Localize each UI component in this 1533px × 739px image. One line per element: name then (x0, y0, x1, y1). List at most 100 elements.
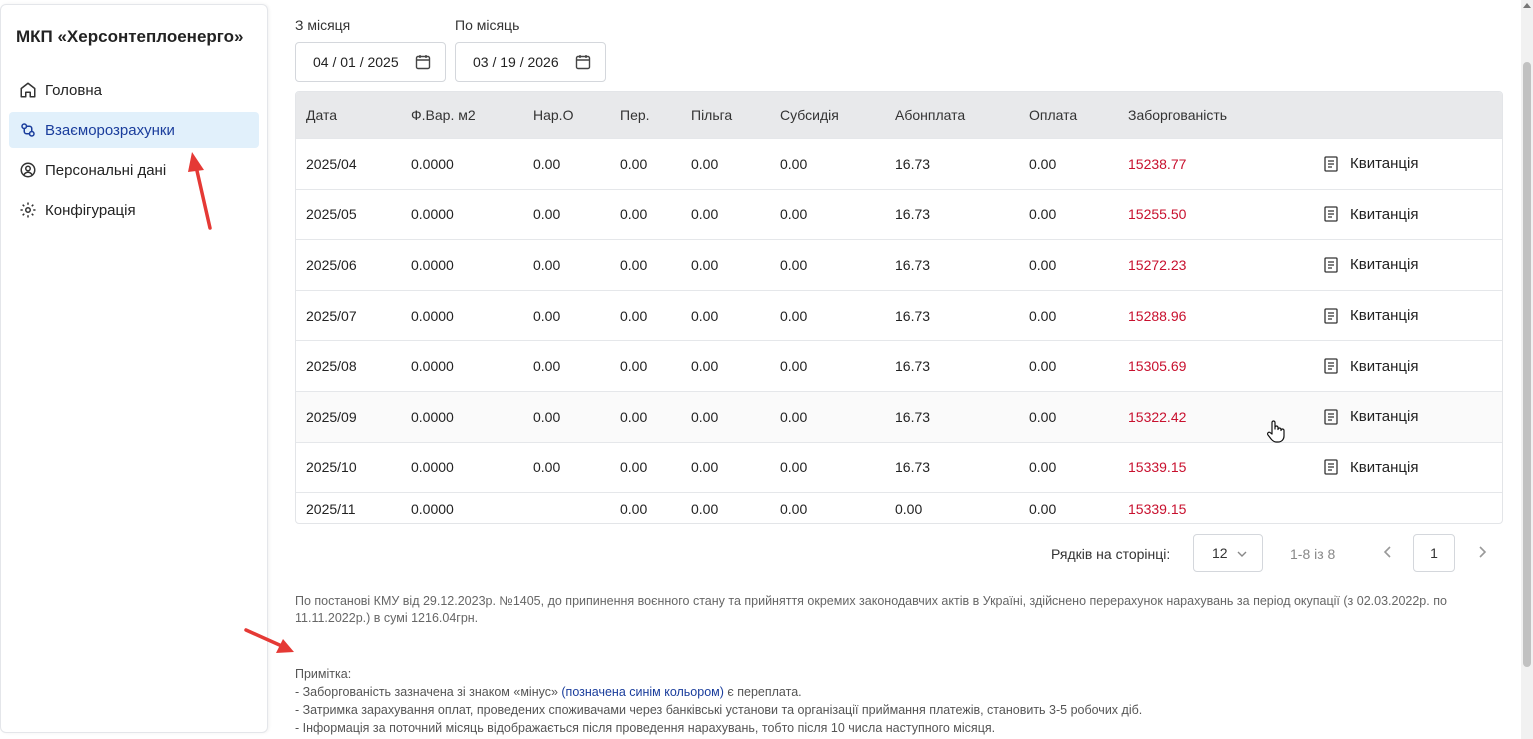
user-icon (19, 161, 37, 179)
column-header-date[interactable]: Дата (306, 107, 337, 123)
pagination: Рядків на сторінці: 12 1-8 із 8 1 (295, 533, 1503, 573)
note-blue-text: (позначена синім кольором) (561, 685, 724, 699)
table-cell: 0.00 (533, 307, 561, 324)
table-cell: 2025/10 (306, 459, 357, 476)
document-icon (1324, 358, 1338, 374)
table-cell: 2025/08 (306, 358, 357, 375)
table-cell: 0.00 (691, 307, 719, 324)
table-cell: 15272.23 (1128, 256, 1187, 273)
table-cell: 0.00 (620, 459, 648, 476)
table-cell: 0.00 (533, 459, 561, 476)
table-row: 2025/09 0.0000 0.00 0.00 0.00 0.00 16.73 0.00 15… (296, 390, 1502, 442)
table-cell: 0.00 (533, 408, 561, 425)
table-cell: 0.00 (691, 206, 719, 223)
main-content: З місяця 04 / 01 / 2025 По місяць 03 / 1… (295, 0, 1503, 739)
table-cell: 0.0000 (411, 459, 454, 476)
note-line-3: - Інформація за поточний місяць відображ… (295, 721, 996, 735)
column-header-subscription[interactable]: Абонплата (895, 107, 965, 123)
table-cell: 15322.42 (1128, 408, 1187, 425)
column-header-accrued[interactable]: Нар.О (533, 107, 573, 123)
column-header-subsidy[interactable]: Субсидія (780, 107, 839, 123)
from-month-label: З місяця (295, 17, 351, 33)
recalculation-notice: По постанові КМУ від 29.12.2023р. №1405,… (295, 594, 1447, 625)
to-month-input[interactable]: 03 / 19 / 2026 (455, 42, 606, 82)
annotation-arrow-icon (188, 152, 212, 230)
hand-cursor-icon (1266, 420, 1285, 443)
column-header-benefit[interactable]: Пільга (691, 107, 732, 123)
column-header-payment[interactable]: Оплата (1029, 107, 1077, 123)
column-header-area[interactable]: Ф.Вар. м2 (411, 107, 476, 123)
note-text: є переплата. (723, 685, 802, 699)
home-icon (19, 81, 37, 99)
column-header-debt[interactable]: Заборгованість (1128, 107, 1227, 123)
receipt-button[interactable]: Квитанція (1324, 459, 1418, 476)
document-icon (1324, 307, 1338, 324)
receipt-label: Квитанція (1350, 357, 1419, 375)
table-cell: 0.00 (1029, 408, 1057, 425)
sidebar-nav: Головна Взаєморозрахунки Персональні дан… (9, 72, 259, 232)
annotation-arrow-icon (244, 628, 294, 653)
sidebar-item-label: Персональні дані (45, 161, 167, 179)
table-cell: 0.00 (620, 358, 648, 375)
table-cell: 0.00 (691, 256, 719, 273)
document-icon (1324, 257, 1338, 273)
receipt-button[interactable]: Квитанція (1324, 206, 1418, 223)
settlements-table: Дата Ф.Вар. м2 Нар.О Пер. Пільга Субсиді… (295, 91, 1503, 524)
from-month-input[interactable]: 04 / 01 / 2025 (295, 42, 446, 82)
table-header: Дата Ф.Вар. м2 Нар.О Пер. Пільга Субсиді… (296, 92, 1502, 138)
page-number-button[interactable]: 1 (1413, 534, 1455, 572)
sidebar-item-label: Головна (45, 81, 102, 99)
table-row: 2025/11 0.0000 0.00 0.00 0.00 0.00 0.00 15339.1… (296, 492, 1502, 523)
table-cell: 0.00 (1029, 500, 1057, 517)
scrollbar-thumb[interactable] (1523, 62, 1531, 667)
chevron-left-icon[interactable] (1381, 542, 1395, 562)
calendar-icon[interactable] (415, 54, 431, 70)
scroll-up-icon[interactable] (1523, 3, 1531, 8)
sidebar-item-settlements[interactable]: Взаєморозрахунки (9, 112, 259, 148)
note-line-2: - Затримка зарахування оплат, проведених… (295, 703, 1143, 717)
table-cell: 0.00 (533, 155, 561, 172)
table-cell: 16.73 (895, 408, 931, 425)
table-cell: 0.00 (691, 155, 719, 172)
table-cell: 16.73 (895, 206, 931, 223)
table-cell: 15339.15 (1128, 459, 1187, 476)
receipt-label: Квитанція (1350, 155, 1419, 173)
sidebar-item-configuration[interactable]: Конфігурація (9, 192, 259, 228)
receipt-button[interactable]: Квитанція (1324, 256, 1418, 273)
table-cell: 15288.96 (1128, 307, 1187, 324)
table-cell: 0.00 (1029, 206, 1057, 223)
table-cell: 0.00 (1029, 358, 1057, 375)
receipt-button[interactable]: Квитанція (1324, 307, 1418, 324)
table-cell: 16.73 (895, 307, 931, 324)
table-cell: 15255.50 (1128, 206, 1187, 223)
page-scrollbar[interactable] (1521, 0, 1533, 739)
sidebar: МКП «Херсонтеплоенерго» Головна Взаєморо… (0, 4, 268, 733)
table-cell: 0.00 (780, 256, 808, 273)
table-body: 2025/04 0.0000 0.00 0.00 0.00 0.00 16.73 0.00 15… (296, 138, 1502, 523)
table-row: 2025/06 0.0000 0.00 0.00 0.00 0.00 16.73 0.00 15… (296, 239, 1502, 290)
table-cell: 16.73 (895, 256, 931, 273)
sidebar-item-personal-data[interactable]: Персональні дані (9, 152, 259, 188)
table-cell: 0.0000 (411, 307, 454, 324)
sidebar-item-home[interactable]: Головна (9, 72, 259, 108)
note-block: Примітка: - Заборгованість зазначена зі … (295, 665, 1455, 737)
table-row: 2025/08 0.0000 0.00 0.00 0.00 0.00 16.73 0.00 15… (296, 340, 1502, 391)
table-cell: 0.00 (780, 358, 808, 375)
rows-per-page-select[interactable]: 12 (1193, 534, 1263, 572)
table-cell: 0.00 (533, 358, 561, 375)
receipt-button[interactable]: Квитанція (1324, 358, 1418, 375)
sidebar-item-label: Взаєморозрахунки (45, 121, 175, 139)
receipt-label: Квитанція (1350, 408, 1419, 426)
receipt-button[interactable]: Квитанція (1324, 408, 1418, 425)
chevron-right-icon[interactable] (1475, 542, 1489, 562)
rows-per-page-value: 12 (1212, 545, 1228, 561)
table-cell: 0.00 (533, 256, 561, 273)
table-cell: 0.00 (620, 206, 648, 223)
table-cell: 0.00 (780, 155, 808, 172)
table-row: 2025/10 0.0000 0.00 0.00 0.00 0.00 16.73 0.00 15… (296, 441, 1502, 493)
receipt-button[interactable]: Квитанція (1324, 155, 1418, 172)
note-title: Примітка: (295, 667, 352, 681)
calendar-icon[interactable] (575, 54, 591, 70)
column-header-recalc[interactable]: Пер. (620, 107, 650, 123)
table-row: 2025/05 0.0000 0.00 0.00 0.00 0.00 16.73 0.00 15… (296, 188, 1502, 240)
